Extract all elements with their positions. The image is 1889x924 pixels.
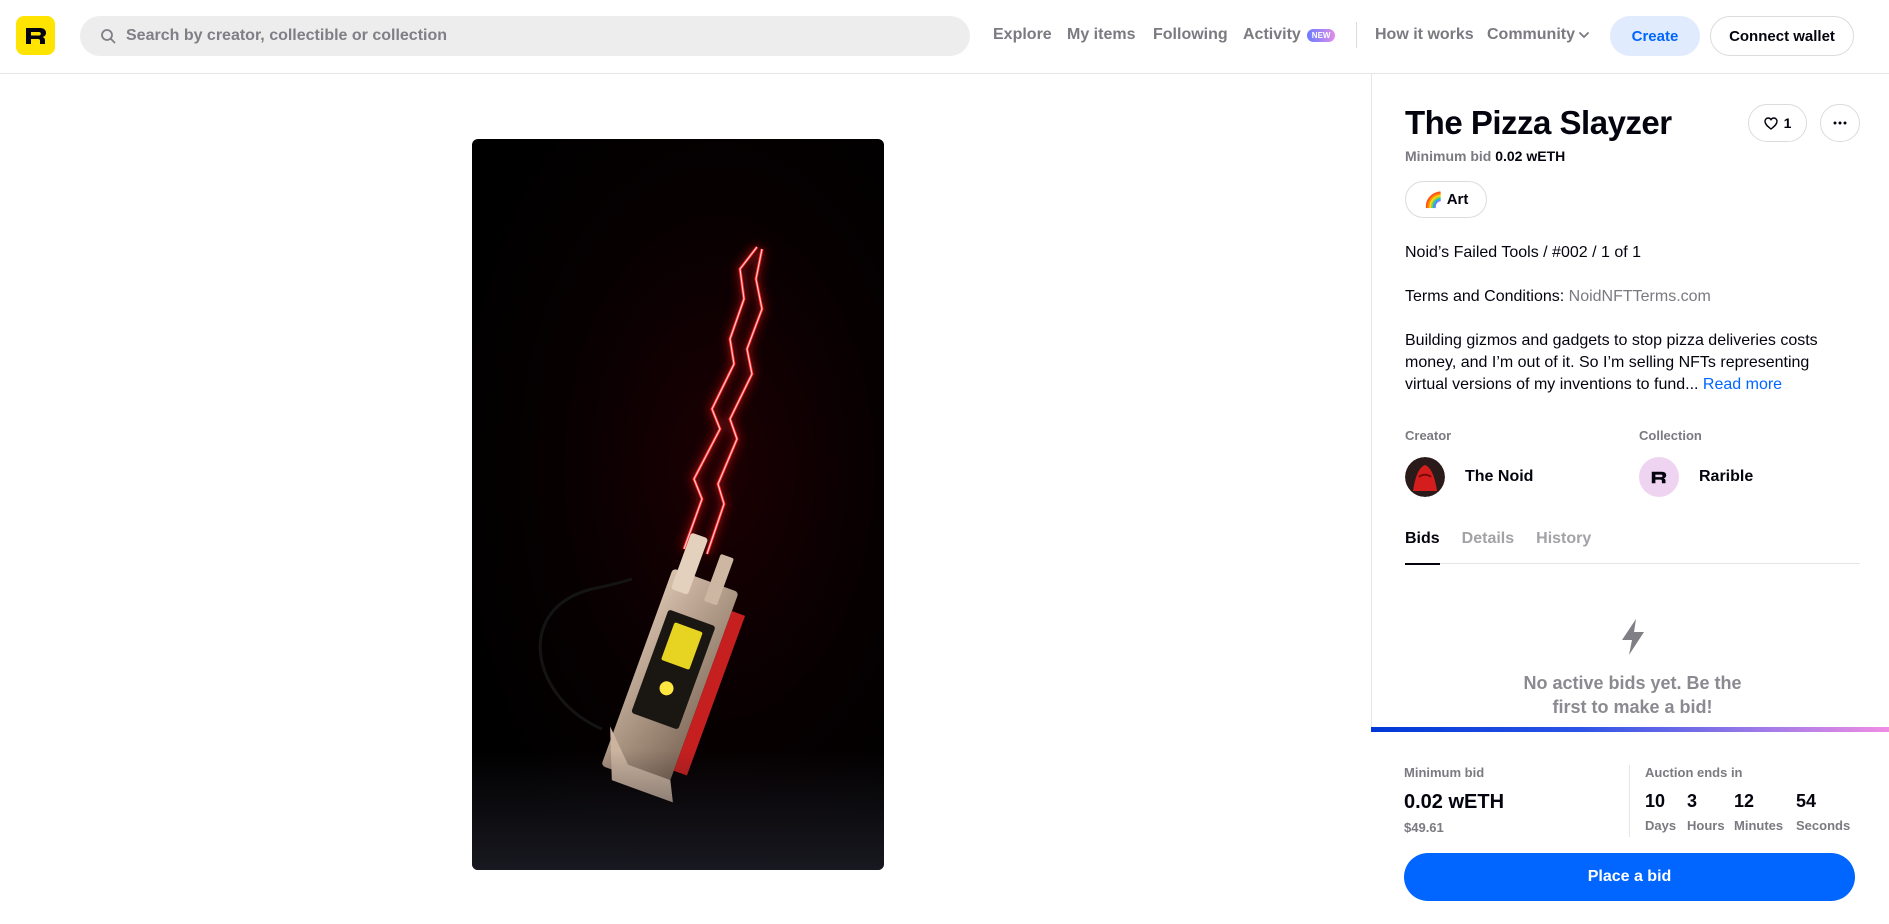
create-button[interactable]: Create <box>1610 16 1700 56</box>
countdown-hours-value: 3 <box>1687 791 1698 811</box>
bidbar-min-bid-usd: $49.61 <box>1404 820 1444 835</box>
countdown-minutes: 12 Minutes <box>1734 791 1783 833</box>
like-button[interactable]: 1 <box>1748 104 1807 142</box>
min-bid-label: Minimum bid <box>1405 148 1492 164</box>
min-bid-value: 0.02 wETH <box>1495 148 1566 164</box>
countdown-seconds-value: 54 <box>1796 791 1817 811</box>
category-tag[interactable]: 🌈 Art <box>1405 181 1488 218</box>
terms-label: Terms and Conditions: <box>1405 288 1565 305</box>
tab-bids[interactable]: Bids <box>1405 530 1440 565</box>
nav-following-label[interactable]: Following <box>1153 26 1228 44</box>
countdown-minutes-unit: Minutes <box>1734 818 1784 833</box>
tab-details[interactable]: Details <box>1462 530 1514 564</box>
nft-artwork[interactable] <box>472 139 884 870</box>
countdown-hours-unit: Hours <box>1687 818 1725 833</box>
read-more-link[interactable]: Read more <box>1703 376 1782 393</box>
terms-link[interactable]: NoidNFTTerms.com <box>1569 288 1711 305</box>
countdown-seconds: 54 Seconds <box>1796 791 1850 833</box>
bids-empty-line-2: first to make a bid! <box>1552 697 1713 717</box>
search-input[interactable] <box>126 27 926 45</box>
bids-empty-state: No active bids yet. Be the first to make… <box>1405 618 1860 719</box>
rarible-logo-icon <box>25 27 46 44</box>
creator-label: Creator <box>1405 428 1452 443</box>
rainbow-icon: 🌈 <box>1424 191 1443 209</box>
countdown-hours: 3 Hours <box>1687 791 1725 833</box>
collection-avatar <box>1639 457 1679 497</box>
nav-my-items-label[interactable]: My items <box>1067 26 1135 44</box>
nav-item-community[interactable]: Community <box>1487 0 1589 70</box>
nav-item-my-items[interactable]: My items <box>1067 0 1135 70</box>
collection-label: Collection <box>1639 428 1702 443</box>
collection-profile[interactable]: Rarible <box>1639 457 1753 497</box>
nav-explore-label[interactable]: Explore <box>993 26 1052 44</box>
creator-name[interactable]: The Noid <box>1465 468 1533 486</box>
countdown-days-value: 10 <box>1645 791 1666 811</box>
media-floor-shadow <box>472 750 884 870</box>
heart-icon <box>1763 116 1778 130</box>
bid-bar-divider <box>1629 765 1630 837</box>
rarible-collection-icon <box>1651 471 1667 483</box>
creator-profile[interactable]: The Noid <box>1405 457 1533 497</box>
bids-empty-text: No active bids yet. Be the first to make… <box>1405 671 1860 719</box>
top-navbar: Explore My items Following Activity NEW … <box>0 0 1889 74</box>
item-title: The Pizza Slayzer <box>1405 104 1672 141</box>
series-info: Noid’s Failed Tools / #002 / 1 of 1 <box>1405 244 1641 261</box>
like-count: 1 <box>1783 115 1792 131</box>
noid-avatar-image <box>1405 457 1445 497</box>
place-bid-button[interactable]: Place a bid <box>1404 853 1855 901</box>
new-badge: NEW <box>1306 28 1336 42</box>
countdown-days: 10 Days <box>1645 791 1676 833</box>
creator-avatar <box>1405 457 1445 497</box>
bid-bar: Minimum bid 0.02 wETH $49.61 Auction end… <box>1371 727 1889 924</box>
search-icon <box>101 29 116 44</box>
item-description: Building gizmos and gadgets to stop pizz… <box>1405 330 1855 396</box>
countdown-days-unit: Days <box>1645 818 1677 833</box>
nav-how-it-works-label[interactable]: How it works <box>1375 26 1474 44</box>
lightning-icon <box>1621 619 1644 655</box>
nav-item-explore[interactable]: Explore <box>993 0 1052 70</box>
countdown-seconds-unit: Seconds <box>1796 818 1851 833</box>
collection-name[interactable]: Rarible <box>1699 468 1753 486</box>
more-dots-icon <box>1833 121 1847 125</box>
search-bar[interactable] <box>80 16 970 56</box>
nav-item-activity[interactable]: Activity NEW <box>1243 0 1336 70</box>
nav-item-how-it-works[interactable]: How it works <box>1375 0 1474 70</box>
bidbar-min-bid-value: 0.02 wETH <box>1404 791 1505 813</box>
rarible-logo[interactable] <box>16 16 55 55</box>
bids-empty-line-1: No active bids yet. Be the <box>1523 673 1742 693</box>
terms-line: Terms and Conditions: NoidNFTTerms.com <box>1405 286 1711 308</box>
tab-history[interactable]: History <box>1536 530 1591 564</box>
auction-ends-label: Auction ends in <box>1645 765 1743 780</box>
min-bid-summary: Minimum bid 0.02 wETH <box>1405 148 1565 164</box>
details-tabs: Bids Details History <box>1405 530 1860 565</box>
connect-wallet-button[interactable]: Connect wallet <box>1710 16 1854 56</box>
nav-activity-label[interactable]: Activity <box>1243 26 1301 44</box>
nav-community-label[interactable]: Community <box>1487 26 1575 44</box>
nav-item-following[interactable]: Following <box>1153 0 1228 70</box>
bid-bar-gradient-line <box>1371 727 1889 732</box>
countdown-minutes-value: 12 <box>1734 791 1755 811</box>
bidbar-min-bid-label: Minimum bid <box>1404 765 1485 780</box>
more-options-button[interactable] <box>1820 104 1860 142</box>
category-label: Art <box>1446 191 1469 208</box>
chevron-down-icon <box>1579 32 1589 39</box>
nav-divider <box>1356 22 1357 48</box>
